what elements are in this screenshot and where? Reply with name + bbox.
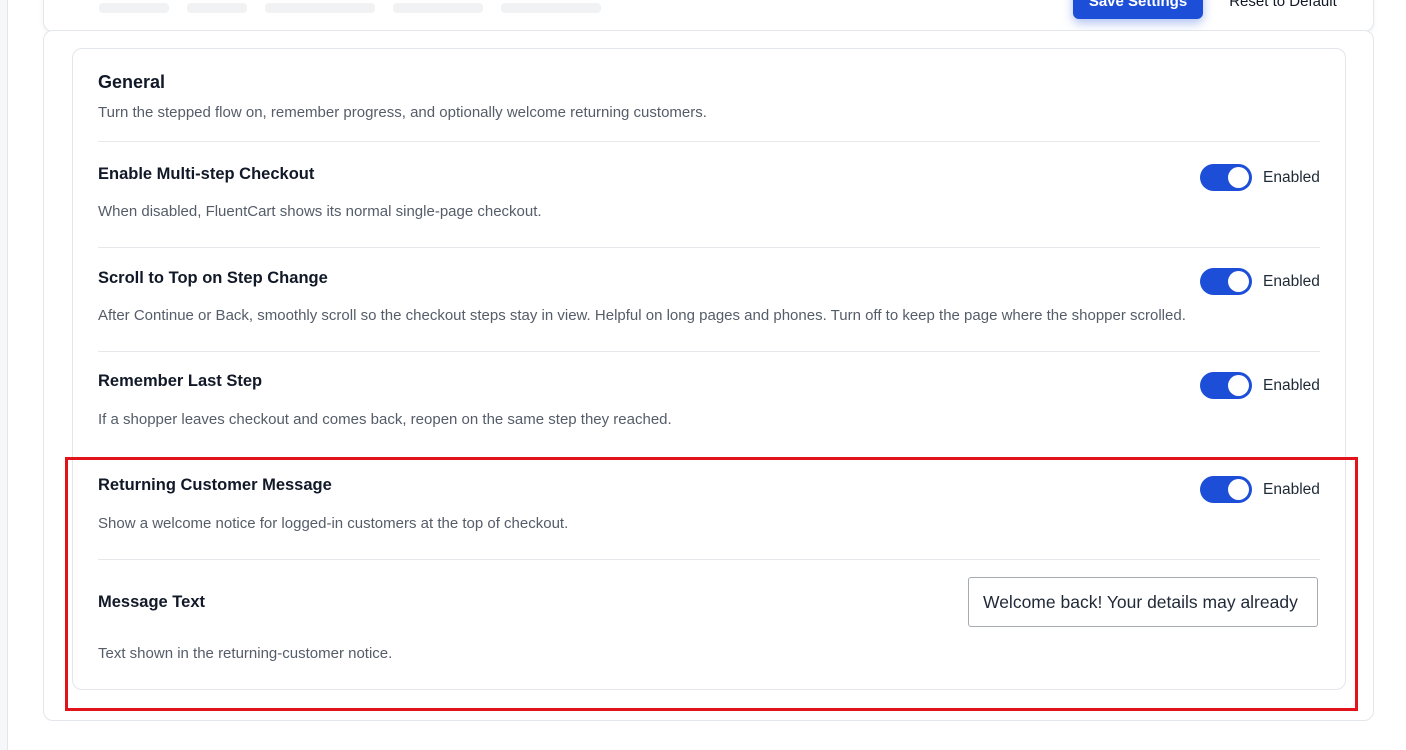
section-description: Turn the stepped flow on, remember progr… — [98, 104, 707, 121]
setting-description-multistep: When disabled, FluentCart shows its norm… — [98, 203, 542, 220]
message-text-input[interactable] — [968, 577, 1318, 627]
toggle-label: Enabled — [1263, 168, 1320, 186]
faded-tab — [501, 3, 601, 13]
toggle-knob — [1228, 479, 1249, 500]
message-text-label: Message Text — [98, 593, 205, 611]
toggle-label: Enabled — [1263, 480, 1320, 498]
divider — [98, 141, 1320, 142]
faded-tab — [187, 3, 247, 13]
reset-to-default-button[interactable]: Reset to Default — [1215, 0, 1351, 19]
faded-tab — [99, 3, 169, 13]
setting-description-returning-customer: Show a welcome notice for logged-in cust… — [98, 515, 569, 532]
section-title: General — [98, 72, 166, 92]
toggle-switch[interactable] — [1200, 268, 1252, 295]
setting-title-returning-customer: Returning Customer Message — [98, 476, 332, 494]
message-text-description: Text shown in the returning-customer not… — [98, 645, 393, 662]
toggle-returning-customer[interactable]: Enabled — [1200, 476, 1320, 503]
toggle-switch[interactable] — [1200, 372, 1252, 399]
faded-tab — [265, 3, 375, 13]
faded-tab — [393, 3, 483, 13]
setting-title-multistep: Enable Multi-step Checkout — [98, 165, 315, 183]
faded-tab-strip — [99, 3, 601, 13]
toggle-switch[interactable] — [1200, 164, 1252, 191]
toggle-knob — [1228, 375, 1249, 396]
divider — [98, 247, 1320, 248]
toggle-knob — [1228, 271, 1249, 292]
setting-title-scroll-to-top: Scroll to Top on Step Change — [98, 269, 328, 287]
toggle-switch[interactable] — [1200, 476, 1252, 503]
toggle-knob — [1228, 167, 1249, 188]
toggle-label: Enabled — [1263, 272, 1320, 290]
toggle-multistep[interactable]: Enabled — [1200, 164, 1320, 191]
setting-title-remember-last-step: Remember Last Step — [98, 372, 263, 390]
setting-description-scroll-to-top: After Continue or Back, smoothly scroll … — [98, 307, 1186, 324]
divider — [98, 351, 1320, 352]
toggle-remember-last-step[interactable]: Enabled — [1200, 372, 1320, 399]
save-settings-button[interactable]: Save Settings — [1073, 0, 1203, 19]
toggle-label: Enabled — [1263, 376, 1320, 394]
toggle-scroll-to-top[interactable]: Enabled — [1200, 268, 1320, 295]
divider — [98, 559, 1320, 560]
setting-description-remember-last-step: If a shopper leaves checkout and comes b… — [98, 411, 672, 428]
